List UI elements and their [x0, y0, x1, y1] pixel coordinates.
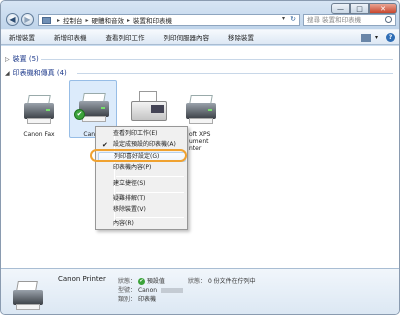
tray-icon — [189, 118, 213, 124]
maximize-button[interactable]: □ — [350, 3, 369, 14]
menu-separator — [116, 176, 184, 177]
add-printer-button[interactable]: 新增印表機 — [54, 32, 87, 42]
printer-item[interactable]: Canon Fax — [15, 83, 63, 143]
remove-device-button[interactable]: 移除裝置 — [228, 32, 254, 42]
model-value: Canon — [137, 287, 158, 294]
address-bar[interactable]: ▸ 控制台 ▸ 硬體和音效 ▸ 裝置和印表機 ▾ ↻ — [38, 14, 300, 26]
status-light — [46, 109, 50, 111]
menu-item-troubleshoot[interactable]: 疑難排解(T) — [98, 194, 186, 204]
view-caret-icon[interactable]: ▾ — [375, 34, 378, 41]
menu-item-properties[interactable]: 內容(R) — [98, 219, 186, 229]
redacted-text — [161, 288, 184, 293]
highlight-callout — [90, 149, 187, 162]
menu-item-label: 建立捷徑(S) — [113, 180, 146, 187]
title-bar: — □ ✕ ◀ ▶ ▸ 控制台 ▸ 硬體和音效 ▸ 裝置和印表機 ▾ ↻ 搜尋 … — [1, 1, 399, 29]
collapse-icon[interactable]: ◢ — [5, 70, 10, 77]
details-category: 類別： 印表機 — [118, 294, 156, 303]
details-pane: Canon Printer 狀態： ✔ 預設值 型號： Canon 類別： 印表… — [1, 268, 399, 314]
group-header-printers[interactable]: ◢ 印表機和傳真 (4) — [5, 68, 67, 78]
printer-label: Canon Fax — [23, 131, 55, 138]
breadcrumb-control-panel[interactable]: 控制台 — [63, 15, 83, 25]
printer-label-line3: nter — [189, 145, 202, 152]
group-header-devices[interactable]: ▷ 裝置 (5) — [5, 54, 39, 64]
printer-label-line1: oft XPS — [189, 131, 211, 138]
print-server-properties-button[interactable]: 列印伺服器內容 — [164, 32, 210, 42]
menu-item-label: 設定成預設的印表機(A) — [113, 141, 176, 148]
toolbar-right: ▾ ? — [360, 33, 395, 42]
window-controls: — □ ✕ — [331, 3, 397, 14]
status-key: 狀態： — [118, 278, 137, 285]
tray-icon — [27, 118, 51, 124]
printer-label: oft XPS ument nter — [189, 131, 210, 152]
breadcrumb-separator: ▸ — [127, 16, 131, 24]
default-check-icon: ✔ — [137, 278, 145, 285]
queue-key: 狀態： — [188, 278, 207, 285]
address-dropdown-icon[interactable]: ▾ — [282, 15, 285, 22]
menu-item-label: 印表機內容(P) — [113, 164, 152, 171]
printer-icon — [24, 103, 54, 119]
menu-item-label: 內容(R) — [113, 220, 134, 227]
back-button[interactable]: ◀ — [6, 13, 19, 26]
details-printer-name: Canon Printer — [58, 275, 106, 283]
see-print-jobs-button[interactable]: 查看列印工作 — [106, 32, 145, 42]
model-key: 型號： — [118, 287, 137, 294]
menu-item-label: 移除裝置(V) — [113, 206, 146, 213]
category-key: 類別： — [118, 296, 137, 303]
search-input[interactable]: 搜尋 裝置和印表機 — [303, 14, 396, 26]
menu-separator — [116, 192, 184, 193]
explorer-window: — □ ✕ ◀ ▶ ▸ 控制台 ▸ 硬體和音效 ▸ 裝置和印表機 ▾ ↻ 搜尋 … — [0, 0, 400, 315]
refresh-icon[interactable]: ↻ — [290, 15, 296, 23]
context-menu: 查看列印工作(E) ✔ 設定成預設的印表機(A) 列印喜好設定(G) 印表機內容… — [95, 126, 188, 230]
status-light — [101, 107, 105, 109]
details-model: 型號： Canon — [118, 285, 184, 294]
printer-label-line2: ument — [189, 138, 209, 145]
expand-icon[interactable]: ▷ — [5, 56, 10, 63]
devices-content: ▷ 裝置 (5) ◢ 印表機和傳真 (4) Canon Fax ✔ Canon — [1, 46, 399, 268]
add-device-button[interactable]: 新增裝置 — [9, 32, 35, 42]
menu-item-label: 疑難排解(T) — [113, 195, 146, 202]
status-value: 預設值 — [146, 278, 165, 285]
group-divider — [41, 59, 393, 60]
menu-item-remove-device[interactable]: 移除裝置(V) — [98, 205, 186, 215]
search-placeholder: 搜尋 裝置和印表機 — [307, 16, 362, 24]
menu-item-see-print-jobs[interactable]: 查看列印工作(E) — [98, 129, 186, 139]
details-printer-icon — [11, 279, 51, 313]
group-label: 印表機和傳真 (4) — [12, 69, 67, 77]
group-divider — [77, 73, 393, 74]
menu-item-printer-properties[interactable]: 印表機內容(P) — [98, 163, 186, 173]
breadcrumb-separator: ▸ — [85, 16, 89, 24]
tray-icon — [82, 116, 106, 122]
close-button[interactable]: ✕ — [369, 3, 397, 14]
details-status: 狀態： ✔ 預設值 — [118, 276, 165, 285]
breadcrumb-separator: ▸ — [57, 16, 61, 24]
default-printer-check-icon: ✔ — [74, 109, 85, 120]
category-value: 印表機 — [137, 296, 156, 303]
breadcrumb-hardware-sound[interactable]: 硬體和音效 — [92, 15, 125, 25]
group-label: 裝置 (5) — [12, 55, 39, 63]
queue-value: 0 份文件在佇列中 — [207, 278, 256, 285]
breadcrumb-devices-printers[interactable]: 裝置和印表機 — [133, 15, 172, 25]
details-queue: 狀態： 0 份文件在佇列中 — [188, 276, 256, 285]
control-panel-icon — [42, 16, 51, 24]
search-icon[interactable] — [385, 16, 392, 23]
fax-panel-icon — [151, 105, 164, 113]
menu-item-label: 查看列印工作(E) — [113, 130, 158, 137]
view-options-icon[interactable] — [360, 33, 371, 42]
command-bar: 新增裝置 新增印表機 查看列印工作 列印伺服器內容 移除裝置 ▾ ? — [1, 29, 399, 45]
menu-item-create-shortcut[interactable]: 建立捷徑(S) — [98, 179, 186, 189]
minimize-button[interactable]: — — [331, 3, 350, 14]
forward-button[interactable]: ▶ — [21, 13, 34, 26]
printer-icon — [186, 103, 216, 119]
status-light — [208, 109, 212, 111]
help-icon[interactable]: ? — [386, 33, 395, 42]
menu-separator — [116, 217, 184, 218]
